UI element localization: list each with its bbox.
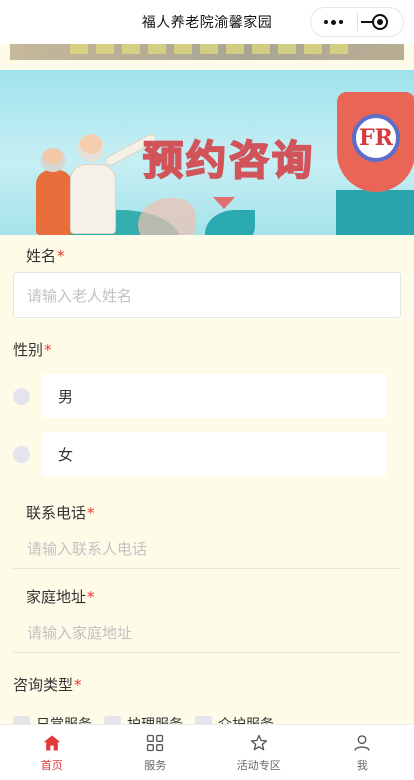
banner-title: 预约咨询 — [142, 136, 315, 185]
home-icon — [43, 735, 61, 750]
elderly-man-illustration — [70, 164, 116, 234]
nav-bar: 福人养老院渝馨家园 — [0, 0, 414, 44]
down-arrow-icon — [213, 197, 235, 209]
user-icon — [354, 734, 370, 751]
grid-icon — [147, 734, 164, 751]
page-title: 福人养老院渝馨家园 — [141, 15, 273, 31]
gender-option-male[interactable]: 男 — [13, 374, 387, 418]
tab-home[interactable]: 首页 — [0, 725, 104, 780]
address-label: 家庭地址* — [26, 588, 95, 606]
decor-leaf — [205, 210, 255, 235]
fr-logo: FR — [352, 114, 400, 162]
phone-input[interactable]: 请输入联系人电话 — [13, 529, 401, 569]
consult-type-label: 咨询类型* — [13, 676, 82, 694]
target-icon — [372, 14, 389, 30]
name-input[interactable]: 请输入老人姓名 — [13, 272, 401, 318]
gender-option-label[interactable]: 男 — [42, 374, 387, 418]
mini-program-capsule — [310, 7, 404, 37]
gender-label: 性别* — [13, 341, 52, 359]
elderly-woman-illustration — [36, 170, 72, 235]
star-icon — [250, 734, 267, 750]
radio-button[interactable] — [13, 445, 30, 463]
bottom-tab-bar: 首页 服务 活动专区 我 — [0, 724, 414, 780]
dot-icon — [324, 20, 329, 24]
decor-leaf — [138, 198, 196, 235]
radio-button[interactable] — [13, 387, 30, 405]
minimize-icon[interactable] — [361, 21, 373, 23]
tab-me[interactable]: 我 — [311, 725, 414, 780]
consult-banner: 预约咨询 FR — [0, 70, 414, 235]
phone-label: 联系电话* — [26, 504, 95, 522]
address-input[interactable]: 请输入家庭地址 — [13, 613, 401, 653]
logo-pedestal — [336, 190, 414, 235]
more-options-button[interactable] — [311, 8, 357, 36]
tab-service[interactable]: 服务 — [104, 725, 208, 780]
gender-option-female[interactable]: 女 — [13, 432, 387, 476]
name-label: 姓名* — [26, 247, 65, 265]
dot-icon — [331, 19, 337, 25]
gender-option-label[interactable]: 女 — [42, 432, 387, 476]
tab-activity[interactable]: 活动专区 — [207, 725, 311, 780]
dot-icon — [339, 20, 344, 24]
top-strip-image — [10, 44, 404, 60]
